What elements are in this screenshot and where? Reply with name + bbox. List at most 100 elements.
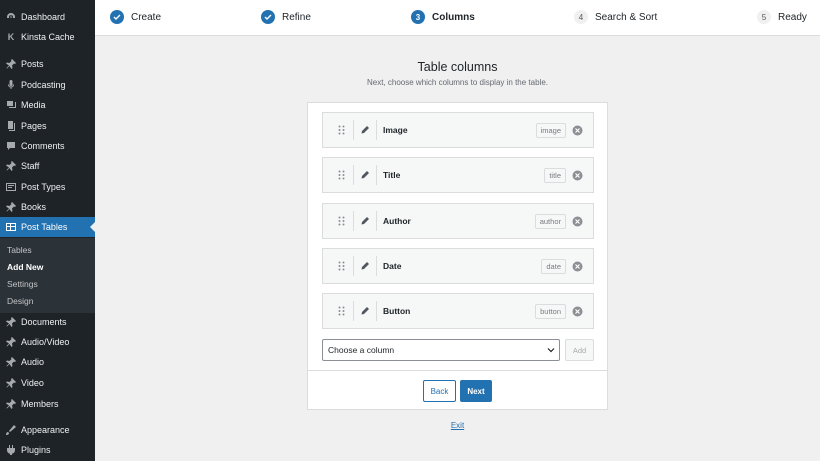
column-row-title[interactable]: Title title <box>322 157 594 193</box>
select-value: Choose a column <box>328 345 395 355</box>
step-label: Refine <box>282 11 311 23</box>
wizard-stepper: Create Refine 3 Columns 4 Search & Sort … <box>95 0 820 36</box>
sidebar-item-comments[interactable]: Comments <box>0 136 95 156</box>
dashboard-icon <box>5 11 17 23</box>
step-create[interactable]: Create <box>110 10 161 24</box>
add-column-button[interactable]: Add <box>565 339 594 361</box>
sidebar-item-posts[interactable]: Posts <box>0 54 95 74</box>
exit-link[interactable]: Exit <box>445 421 470 430</box>
sidebar-item-label: Kinsta Cache <box>21 32 75 42</box>
sidebar-item-podcasting[interactable]: Podcasting <box>0 75 95 95</box>
drag-handle-icon[interactable] <box>335 306 347 316</box>
next-button[interactable]: Next <box>460 380 492 402</box>
sidebar-item-documents[interactable]: Documents <box>0 312 95 332</box>
step-label: Columns <box>432 11 475 23</box>
table-icon <box>5 221 17 233</box>
sidebar-item-post-tables[interactable]: Post Tables <box>0 217 95 237</box>
step-refine[interactable]: Refine <box>261 10 311 24</box>
sidebar-item-label: Post Types <box>21 182 66 192</box>
step-number: 3 <box>411 10 425 24</box>
step-number: 5 <box>757 10 771 24</box>
remove-circle-icon[interactable] <box>572 170 583 181</box>
plugins-icon <box>5 444 17 456</box>
column-tag: button <box>535 303 566 319</box>
column-row-date[interactable]: Date date <box>322 248 594 284</box>
appearance-icon <box>5 424 17 436</box>
sidebar-item-media[interactable]: Media <box>0 95 95 115</box>
remove-circle-icon[interactable] <box>572 216 583 227</box>
sidebar-item-label: Podcasting <box>21 80 66 90</box>
divider <box>353 301 354 321</box>
sidebar-item-label: Video <box>21 378 44 388</box>
pin-icon <box>5 58 17 70</box>
step-columns[interactable]: 3 Columns <box>411 10 475 24</box>
divider <box>376 120 377 140</box>
drag-handle-icon[interactable] <box>335 216 347 226</box>
sidebar-item-label: Books <box>21 202 47 212</box>
sidebar-item-label: Audio <box>21 357 45 367</box>
column-row-image[interactable]: Image image <box>322 112 594 148</box>
sidebar-item-label: Audio/Video <box>21 337 70 347</box>
pin-icon <box>5 160 17 172</box>
divider <box>376 301 377 321</box>
pencil-icon[interactable] <box>360 217 370 225</box>
divider <box>353 165 354 185</box>
submenu-item-add-new[interactable]: Add New <box>7 262 43 272</box>
sidebar-item-members[interactable]: Members <box>0 394 95 414</box>
divider <box>353 120 354 140</box>
pin-icon <box>5 201 17 213</box>
sidebar-item-label: Documents <box>21 317 67 327</box>
sidebar-item-video[interactable]: Video <box>0 373 95 393</box>
sidebar-item-post-types[interactable]: Post Types <box>0 177 95 197</box>
remove-circle-icon[interactable] <box>572 125 583 136</box>
step-ready[interactable]: 5 Ready <box>757 10 807 24</box>
pencil-icon[interactable] <box>360 262 370 270</box>
comments-icon <box>5 140 17 152</box>
pencil-icon[interactable] <box>360 307 370 315</box>
sidebar-item-audio[interactable]: Audio <box>0 352 95 372</box>
submenu-item-settings[interactable]: Settings <box>7 279 38 289</box>
page-title: Table columns <box>417 60 498 74</box>
submenu-item-design[interactable]: Design <box>7 296 33 306</box>
pin-icon <box>5 336 17 348</box>
sidebar-item-books[interactable]: Books <box>0 197 95 217</box>
sidebar-item-staff[interactable]: Staff <box>0 156 95 176</box>
sidebar-item-pages[interactable]: Pages <box>0 116 95 136</box>
choose-column-select[interactable]: Choose a column <box>322 339 560 361</box>
step-label: Create <box>131 11 162 23</box>
pencil-icon[interactable] <box>360 126 370 134</box>
sidebar-item-plugins[interactable]: Plugins <box>0 440 95 460</box>
sidebar-item-label: Comments <box>21 141 65 151</box>
pin-icon <box>5 356 17 368</box>
sidebar-item-appearance[interactable]: Appearance <box>0 420 95 440</box>
column-row-author[interactable]: Author author <box>322 203 594 239</box>
drag-handle-icon[interactable] <box>335 125 347 135</box>
pencil-icon[interactable] <box>360 171 370 179</box>
sidebar-item-label: Staff <box>21 161 40 171</box>
divider <box>376 211 377 231</box>
pages-icon <box>5 120 17 132</box>
drag-handle-icon[interactable] <box>335 170 347 180</box>
remove-circle-icon[interactable] <box>572 261 583 272</box>
post-tables-submenu: Tables Add New Settings Design <box>0 238 95 313</box>
submenu-item-tables[interactable]: Tables <box>7 245 32 255</box>
sidebar-item-label: Posts <box>21 59 44 69</box>
sidebar-item-label: Appearance <box>21 425 70 435</box>
divider <box>353 211 354 231</box>
column-tag: image <box>535 122 566 138</box>
back-button[interactable]: Back <box>423 380 456 402</box>
column-row-button[interactable]: Button button <box>322 293 594 329</box>
sidebar-item-kinsta-cache[interactable]: K Kinsta Cache <box>0 27 95 47</box>
drag-handle-icon[interactable] <box>335 261 347 271</box>
column-tag: date <box>541 258 566 274</box>
sidebar-item-dashboard[interactable]: Dashboard <box>0 7 95 27</box>
step-search-sort[interactable]: 4 Search & Sort <box>574 10 657 24</box>
divider <box>353 256 354 276</box>
remove-circle-icon[interactable] <box>572 306 583 317</box>
chevron-down-icon <box>547 348 555 353</box>
column-name: Author <box>383 216 411 226</box>
step-label: Search & Sort <box>595 11 658 23</box>
step-number: 4 <box>574 10 588 24</box>
sidebar-item-audio-video[interactable]: Audio/Video <box>0 332 95 352</box>
post-types-icon <box>5 181 17 193</box>
